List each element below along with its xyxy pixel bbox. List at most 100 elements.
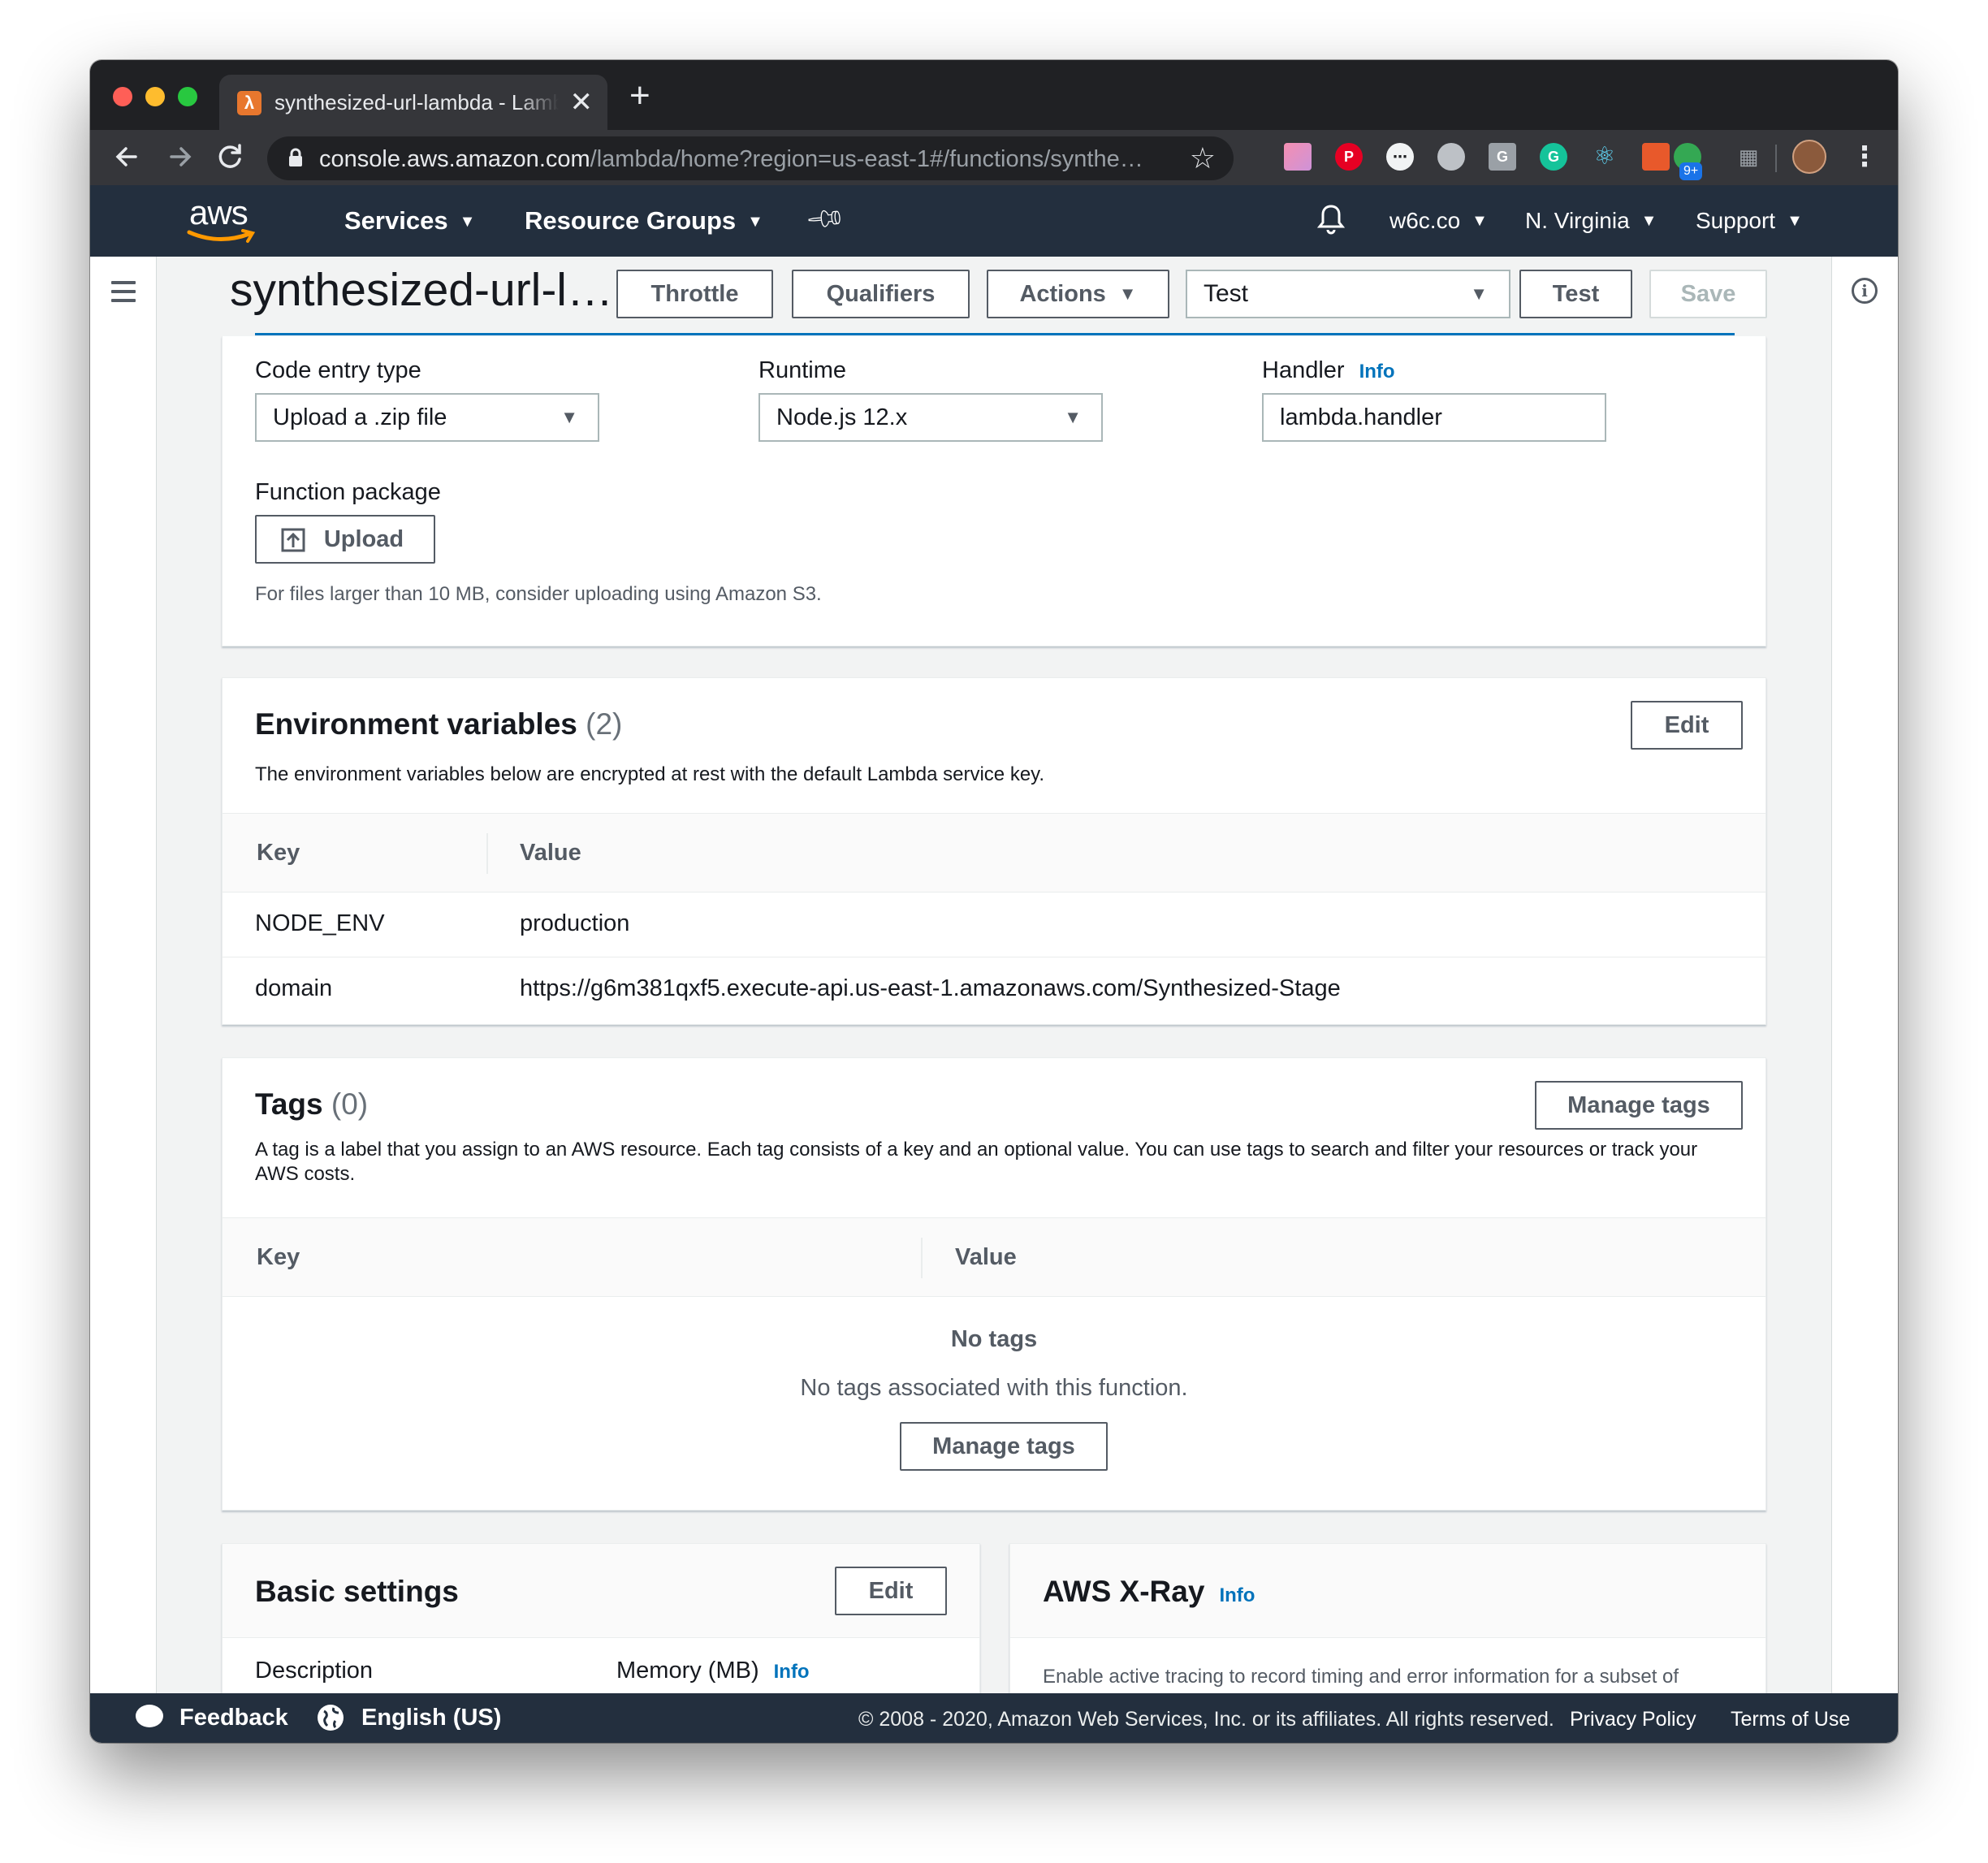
bell-icon[interactable]	[1316, 203, 1346, 236]
column-separator	[486, 833, 488, 874]
account-menu[interactable]: w6c.co ▼	[1389, 208, 1488, 234]
env-vars-title: Environment variables (2)	[255, 707, 623, 741]
reload-icon[interactable]	[210, 136, 251, 177]
tags-panel: Tags (0) Manage tags A tag is a label th…	[222, 1057, 1766, 1511]
extension-badge: 9+	[1679, 162, 1703, 180]
code-entry-type-select[interactable]: Upload a .zip file ▼	[255, 393, 599, 442]
no-tags-text: No tags associated with this function.	[800, 1375, 1188, 1401]
save-button[interactable]: Save	[1649, 270, 1767, 318]
function-package-label: Function package	[255, 479, 441, 505]
manage-tags-button[interactable]: Manage tags	[1535, 1081, 1743, 1130]
extension-orange-icon[interactable]	[1642, 143, 1670, 171]
aws-top-nav: aws Services ▼ Resource Groups ▼ 📌︎ w6c.co…	[90, 185, 1898, 257]
resource-groups-menu[interactable]: Resource Groups ▼	[525, 206, 763, 236]
table-row: domain https://g6m381qxf5.execute-api.us…	[223, 957, 1765, 1022]
environment-variables-panel: Environment variables (2) Edit The envir…	[222, 677, 1766, 1025]
description-label: Description	[255, 1658, 374, 1684]
globe-icon	[318, 1705, 344, 1731]
region-menu[interactable]: N. Virginia ▼	[1525, 208, 1657, 234]
env-table-header: Key Value	[223, 813, 1765, 893]
pin-icon[interactable]: 📌︎	[804, 196, 849, 240]
memory-label: Memory (MB) Info	[616, 1658, 810, 1684]
tags-col-value: Value	[955, 1244, 1017, 1270]
handler-label: Handler Info	[1262, 357, 1395, 383]
info-panel-icon[interactable]: i	[1852, 278, 1878, 304]
env-value-cell: https://g6m381qxf5.execute-api.us-east-1…	[520, 975, 1341, 1001]
env-value-cell: production	[520, 910, 630, 936]
test-event-select[interactable]: Test ▼	[1186, 270, 1510, 318]
zoom-window-button[interactable]	[178, 87, 197, 106]
menu-hamburger-icon[interactable]	[111, 281, 136, 308]
tags-col-key: Key	[257, 1244, 300, 1270]
services-menu[interactable]: Services ▼	[344, 206, 475, 236]
env-key-cell: NODE_ENV	[255, 910, 385, 936]
xray-title: AWS X-Ray Info	[1043, 1575, 1255, 1608]
upload-hint: For files larger than 10 MB, consider up…	[255, 583, 822, 605]
runtime-select[interactable]: Node.js 12.x ▼	[758, 393, 1103, 442]
table-row: NODE_ENV production	[223, 893, 1765, 957]
chrome-menu-icon[interactable]: ⋮	[1851, 138, 1878, 175]
tab-close-icon[interactable]: ✕	[570, 86, 594, 119]
qualifiers-button[interactable]: Qualifiers	[792, 270, 970, 318]
handler-input[interactable]: lambda.handler	[1262, 393, 1606, 442]
upload-button[interactable]: Upload	[255, 515, 435, 564]
bookmark-star-icon[interactable]: ☆	[1190, 141, 1216, 175]
react-devtools-icon[interactable]: ⚛	[1591, 143, 1618, 171]
basic-settings-title: Basic settings	[255, 1575, 459, 1608]
code-entry-type-label: Code entry type	[255, 357, 421, 383]
aws-logo[interactable]: aws	[186, 193, 259, 245]
minimize-window-button[interactable]	[145, 87, 165, 106]
support-menu[interactable]: Support ▼	[1696, 208, 1803, 234]
extension-g-icon[interactable]: G	[1489, 143, 1516, 171]
browser-tab[interactable]: λ synthesized-url-lambda - Lambda ✕	[219, 75, 607, 130]
address-bar[interactable]: console.aws.amazon.com/lambda/home?regio…	[267, 136, 1234, 180]
env-key-cell: domain	[255, 975, 333, 1001]
grammarly-icon[interactable]: G	[1540, 143, 1567, 171]
language-selector[interactable]: English (US)	[361, 1705, 501, 1731]
handler-info-link[interactable]: Info	[1359, 361, 1395, 383]
manage-tags-empty-button[interactable]: Manage tags	[900, 1422, 1108, 1471]
browser-toolbar: console.aws.amazon.com/lambda/home?regio…	[90, 130, 1898, 185]
new-tab-button[interactable]: +	[629, 78, 650, 114]
url-text: console.aws.amazon.com/lambda/home?regio…	[319, 146, 1143, 172]
basic-settings-panel: Basic settings Edit Description Memory (…	[222, 1543, 980, 1693]
feedback-bubble-icon	[136, 1705, 163, 1727]
column-separator	[921, 1238, 923, 1278]
extension-circle-icon[interactable]	[1437, 143, 1465, 171]
env-edit-button[interactable]: Edit	[1631, 701, 1743, 750]
env-col-value: Value	[520, 840, 581, 866]
profile-avatar[interactable]	[1792, 140, 1826, 174]
lambda-favicon-icon: λ	[237, 91, 261, 115]
actions-button[interactable]: Actions ▼	[987, 270, 1169, 318]
xray-info-link[interactable]: Info	[1219, 1584, 1255, 1606]
runtime-label: Runtime	[758, 357, 846, 383]
aws-smile-icon	[187, 229, 256, 243]
xray-description: Enable active tracing to record timing a…	[1043, 1666, 1679, 1688]
copyright-text: © 2008 - 2020, Amazon Web Services, Inc.…	[858, 1708, 1554, 1731]
forward-arrow-icon[interactable]	[160, 136, 201, 177]
right-rail: i	[1831, 257, 1898, 1743]
left-rail	[90, 257, 157, 1743]
browser-window: λ synthesized-url-lambda - Lambda ✕ + co…	[90, 60, 1898, 1743]
throttle-button[interactable]: Throttle	[616, 270, 773, 318]
extensions-grid-icon[interactable]: ▦	[1735, 143, 1762, 171]
xray-panel: AWS X-Ray Info Enable active tracing to r…	[1009, 1543, 1766, 1693]
back-arrow-icon[interactable]	[106, 136, 147, 177]
tab-strip: λ synthesized-url-lambda - Lambda ✕ +	[90, 60, 1898, 130]
close-window-button[interactable]	[113, 87, 132, 106]
privacy-policy-link[interactable]: Privacy Policy	[1570, 1708, 1696, 1731]
no-tags-title: No tags	[950, 1326, 1038, 1352]
test-button[interactable]: Test	[1519, 270, 1632, 318]
extension-dots-icon[interactable]: ⋯	[1386, 143, 1414, 171]
basic-settings-edit-button[interactable]: Edit	[835, 1567, 947, 1615]
tags-title: Tags (0)	[255, 1087, 369, 1121]
terms-of-use-link[interactable]: Terms of Use	[1731, 1708, 1850, 1731]
extension-gradient-icon[interactable]	[1284, 143, 1312, 171]
upload-icon	[281, 528, 305, 552]
function-name: synthesized-url-lambda	[230, 264, 623, 316]
feedback-link[interactable]: Feedback	[179, 1705, 288, 1731]
pinterest-icon[interactable]: P	[1335, 143, 1363, 171]
memory-info-link[interactable]: Info	[774, 1661, 810, 1683]
basic-settings-header: Basic settings Edit	[223, 1544, 979, 1638]
xray-header: AWS X-Ray Info	[1010, 1544, 1765, 1638]
